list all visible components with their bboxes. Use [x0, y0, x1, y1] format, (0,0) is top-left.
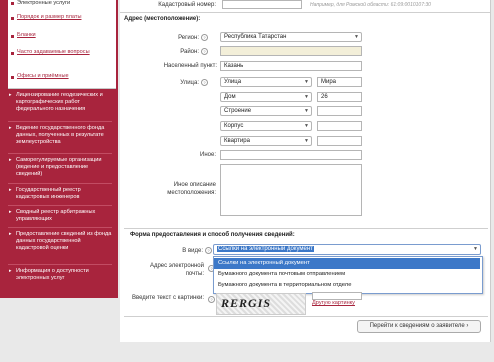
chevron-down-icon: ▼: [304, 79, 309, 85]
dropdown-option[interactable]: Бумажного документа почтовым отправление…: [214, 269, 480, 280]
korpus-type-select[interactable]: Корпус ▼: [220, 121, 312, 131]
captcha-label: Введите текст с картинки:: [131, 295, 204, 301]
other-description-label: Иное описание местоположения:: [167, 182, 216, 196]
chevron-down-icon: ▼: [304, 108, 309, 114]
sidebar: Электронные услуги Порядок и размер плат…: [0, 0, 118, 298]
sidebar-link-electronic-services[interactable]: Электронные услуги: [17, 0, 70, 7]
bullet-icon: [11, 2, 14, 5]
bullet-icon: [11, 17, 14, 20]
chevron-right-icon: ›: [466, 323, 469, 329]
bullet-icon: [11, 52, 14, 55]
building-type-select[interactable]: Строение ▼: [220, 106, 312, 116]
chevron-down-icon: ▼: [473, 246, 478, 252]
sidebar-link-offices[interactable]: Офисы и приёмные: [17, 73, 69, 80]
captcha-image: RERGIS: [216, 293, 306, 315]
view-label: В виде:?: [150, 247, 212, 254]
email-label: Адрес электронной почты:: [149, 263, 204, 277]
cadastral-input[interactable]: [222, 0, 302, 9]
street-type-select[interactable]: Улица ▼: [220, 77, 312, 87]
street-label: Улица:?: [120, 79, 208, 86]
bullet-icon: [11, 35, 14, 38]
divider: [124, 316, 488, 317]
dropdown-option[interactable]: Ссылки на электронный документ: [214, 258, 480, 269]
help-icon[interactable]: ?: [208, 296, 215, 303]
delivery-section-title: Форма предоставления и способ получения …: [130, 232, 295, 238]
view-dropdown-list: Ссылки на электронный документ Бумажного…: [213, 256, 483, 294]
building-input[interactable]: [317, 106, 362, 116]
view-select[interactable]: Ссылки на электронный документ ▼: [213, 244, 481, 255]
flat-input[interactable]: [317, 136, 362, 146]
chevron-down-icon: ▼: [304, 138, 309, 144]
help-icon[interactable]: ?: [201, 34, 208, 41]
help-icon[interactable]: ?: [201, 79, 208, 86]
help-icon[interactable]: ?: [201, 48, 208, 55]
sidebar-link-faq[interactable]: Часто задаваемые вопросы: [17, 49, 92, 56]
street-input[interactable]: Мира: [317, 77, 362, 87]
address-section-title: Адрес (местоположение):: [124, 16, 201, 22]
bullet-icon: [11, 76, 14, 79]
sidebar-item-licensing[interactable]: Лицензирование геодезических и картограф…: [8, 92, 112, 112]
sidebar-item-sro[interactable]: Саморегулируемые организации (ведение и …: [8, 157, 112, 177]
sidebar-top-menu: Электронные услуги Порядок и размер плат…: [8, 0, 116, 89]
captcha-input[interactable]: [312, 292, 362, 300]
cadastral-label: Кадастровый номер:: [158, 2, 216, 8]
sidebar-link-payment[interactable]: Порядок и размер платы: [17, 14, 81, 21]
region-label: Регион:?: [120, 34, 208, 41]
district-input[interactable]: [220, 46, 362, 56]
chevron-down-icon: ▼: [304, 123, 309, 129]
korpus-input[interactable]: [317, 121, 362, 131]
divider: [8, 183, 112, 184]
chevron-down-icon: ▼: [304, 94, 309, 100]
dropdown-option[interactable]: Бумажного документа в территориальном от…: [214, 280, 480, 291]
next-applicant-button[interactable]: Перейти к сведениям о заявителе ›: [357, 320, 481, 333]
district-label: Район:?: [120, 48, 208, 55]
other-label: Иное:: [200, 152, 216, 158]
divider: [8, 153, 112, 154]
sidebar-item-valuation[interactable]: Предоставление сведений из фонда данных …: [8, 231, 112, 251]
locality-label: Населенный пункт:: [163, 63, 217, 69]
sidebar-item-engineers[interactable]: Государственный реестр кадастровых инжен…: [8, 187, 112, 201]
sidebar-link-forms[interactable]: Бланки: [17, 32, 36, 39]
region-select[interactable]: Республика Татарстан ▼: [220, 32, 362, 42]
sidebar-item-land-fund[interactable]: Ведение государственного фонда данных, п…: [8, 125, 112, 145]
house-type-select[interactable]: Дом ▼: [220, 92, 312, 102]
divider: [8, 227, 112, 228]
divider: [8, 121, 112, 122]
other-description-textarea[interactable]: [220, 164, 362, 216]
locality-input[interactable]: Казань: [220, 61, 362, 71]
cadastral-hint: Например, для Ромской области: 61:09:001…: [310, 2, 431, 8]
captcha-refresh-link[interactable]: Другую картинку: [312, 300, 355, 306]
chevron-down-icon: ▼: [354, 34, 359, 40]
divider: [124, 228, 488, 229]
divider: [8, 264, 112, 265]
divider: [8, 205, 112, 206]
help-icon[interactable]: ?: [205, 247, 212, 254]
other-input[interactable]: [220, 150, 362, 160]
flat-type-select[interactable]: Квартира ▼: [220, 136, 312, 146]
sidebar-item-arbitration[interactable]: Сводный реестр арбитражных управляющих: [8, 209, 112, 223]
sidebar-item-accessibility[interactable]: Информация о доступности электронных усл…: [8, 268, 112, 282]
house-input[interactable]: 26: [317, 92, 362, 102]
captcha-text: RERGIS: [221, 296, 272, 310]
divider: [120, 12, 490, 13]
